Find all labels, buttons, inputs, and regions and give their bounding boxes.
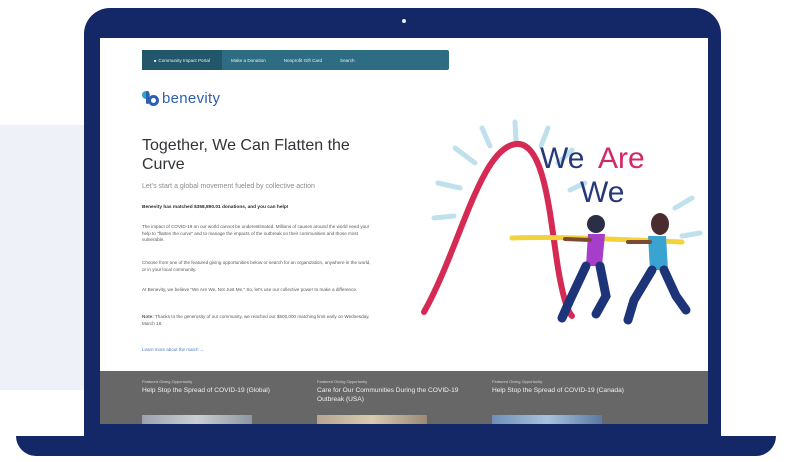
- card-label: Featured Giving Opportunity: [317, 379, 368, 384]
- we-text-1: We: [540, 142, 584, 175]
- person-right: [623, 213, 691, 325]
- laptop-screen: Community Impact Portal Make a Donation …: [100, 38, 708, 424]
- note-label: Note:: [142, 314, 154, 319]
- page-subtitle: Let's start a global movement fueled by …: [142, 183, 315, 190]
- choose-paragraph: Choose from one of the featured giving o…: [142, 260, 371, 272]
- card-image-global: [142, 415, 252, 424]
- we-are-we-illustration: We Are We: [421, 119, 703, 325]
- card-usa[interactable]: Featured Giving Opportunity Care for Our…: [317, 379, 467, 404]
- benevity-logo[interactable]: benevity: [142, 90, 220, 107]
- featured-opportunities: Featured Giving Opportunity Help Stop th…: [100, 371, 708, 424]
- card-title: Help Stop the Spread of COVID-19 (Canada…: [492, 387, 624, 394]
- match-stat: Benevity has matched $358,890.01 donatio…: [142, 205, 289, 210]
- intro-paragraph: The impact of COVID-19 on our world cann…: [142, 224, 370, 243]
- belief-paragraph: At Benevity, we believe "We Are We, Not …: [142, 287, 358, 292]
- card-image-usa: [317, 415, 427, 424]
- card-label: Featured Giving Opportunity: [492, 379, 543, 384]
- card-title: Care for Our Communities During the COVI…: [317, 387, 459, 403]
- note-paragraph: Note: Thanks to the generosity of our co…: [142, 314, 372, 327]
- nav-search[interactable]: Search: [331, 50, 364, 70]
- camera-dot: [402, 19, 406, 23]
- card-image-canada: [492, 415, 602, 424]
- note-text: Thanks to the generosity of our communit…: [142, 314, 370, 326]
- nav-community-impact-portal[interactable]: Community Impact Portal: [142, 50, 222, 70]
- nav-gift-card[interactable]: Nonprofit Gift Card: [275, 50, 331, 70]
- we-text-2: We: [580, 176, 624, 209]
- nav-make-donation[interactable]: Make a Donation: [222, 50, 275, 70]
- card-label: Featured Giving Opportunity: [142, 379, 193, 384]
- top-nav: Community Impact Portal Make a Donation …: [142, 50, 449, 70]
- learn-more-link[interactable]: Learn more about the match →: [142, 347, 204, 352]
- benevity-logo-icon: [142, 90, 160, 107]
- card-title: Help Stop the Spread of COVID-19 (Global…: [142, 387, 270, 394]
- person-left: [557, 215, 611, 323]
- page-title: Together, We Can Flatten the Curve: [142, 137, 350, 173]
- logo-wordmark: benevity: [162, 90, 221, 107]
- are-text: Are: [598, 142, 645, 175]
- card-canada[interactable]: Featured Giving Opportunity Help Stop th…: [492, 379, 642, 395]
- laptop-base: [16, 436, 776, 456]
- card-global[interactable]: Featured Giving Opportunity Help Stop th…: [142, 379, 292, 395]
